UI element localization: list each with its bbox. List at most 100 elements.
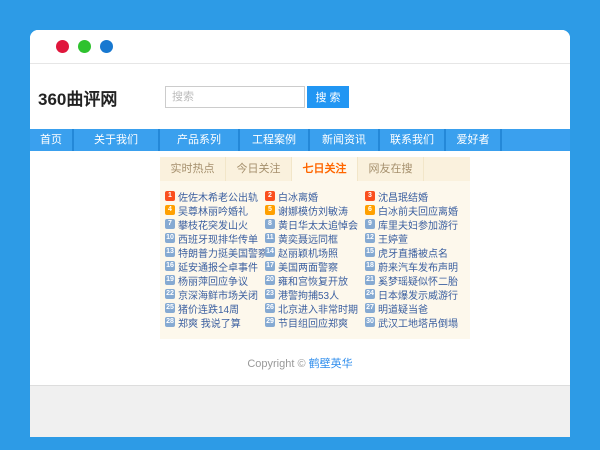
item-title: 港警拘捕53人 <box>278 287 339 301</box>
rank-badge: 5 <box>265 205 275 215</box>
item-title: 白冰离婚 <box>278 189 318 203</box>
list-item[interactable]: 26北京进入非常时期 <box>265 301 365 315</box>
rank-badge: 25 <box>165 303 175 313</box>
window-titlebar <box>30 30 570 64</box>
rank-badge: 27 <box>365 303 375 313</box>
rank-badge: 6 <box>365 205 375 215</box>
nav-filler <box>502 129 570 151</box>
list-item[interactable]: 21奚梦瑶疑似怀二胎 <box>365 273 465 287</box>
list-item[interactable]: 24日本爆发示威游行 <box>365 287 465 301</box>
nav-item-5[interactable]: 联系我们 <box>380 129 446 151</box>
browser-window: 360曲评网 搜 索 首页关于我们产品系列工程案例新闻资讯联系我们爱好者 实时热… <box>30 30 570 437</box>
item-title: 沈昌珉结婚 <box>378 189 428 203</box>
rank-badge: 13 <box>165 247 175 257</box>
maximize-dot-icon[interactable] <box>100 40 113 53</box>
rank-badge: 28 <box>165 317 175 327</box>
item-title: 奚梦瑶疑似怀二胎 <box>378 273 458 287</box>
page-content: 实时热点今日关注七日关注网友在搜 1佐佐木希老公出轨4吴尊林丽吟婚礼7攀枝花突发… <box>30 151 570 437</box>
list-item[interactable]: 13特朗普力挺美国警察 <box>165 245 265 259</box>
rank-badge: 20 <box>265 275 275 285</box>
item-title: 节目组回应郑爽 <box>278 315 348 329</box>
copyright-link[interactable]: 鹤壁英华 <box>309 358 353 370</box>
rank-badge: 8 <box>265 219 275 229</box>
list-item[interactable]: 2白冰离婚 <box>265 189 365 203</box>
item-title: 赵丽颖机场照 <box>278 245 338 259</box>
list-item[interactable]: 25猪价连跌14周 <box>165 301 265 315</box>
search-input[interactable] <box>165 86 305 108</box>
item-title: 猪价连跌14周 <box>178 301 239 315</box>
list-item[interactable]: 22京深海鲜市场关闭 <box>165 287 265 301</box>
item-title: 攀枝花突发山火 <box>178 217 248 231</box>
rank-badge: 18 <box>365 261 375 271</box>
rank-badge: 1 <box>165 191 175 201</box>
list-item[interactable]: 11黄奕聂远同框 <box>265 231 365 245</box>
rank-badge: 14 <box>265 247 275 257</box>
tabbar-filler <box>424 157 470 181</box>
list-item[interactable]: 20雍和宫恢复开放 <box>265 273 365 287</box>
nav-item-6[interactable]: 爱好者 <box>446 129 502 151</box>
site-header: 360曲评网 搜 索 <box>30 64 570 129</box>
rank-badge: 22 <box>165 289 175 299</box>
list-item[interactable]: 15虎牙直播被点名 <box>365 245 465 259</box>
rank-badge: 26 <box>265 303 275 313</box>
list-item[interactable]: 1佐佐木希老公出轨 <box>165 189 265 203</box>
rank-badge: 19 <box>165 275 175 285</box>
nav-item-0[interactable]: 首页 <box>30 129 74 151</box>
item-title: 日本爆发示威游行 <box>378 287 458 301</box>
list-item[interactable]: 29节目组回应郑爽 <box>265 315 365 329</box>
hot-tabs: 实时热点今日关注七日关注网友在搜 <box>160 157 470 181</box>
rank-badge: 2 <box>265 191 275 201</box>
rank-badge: 23 <box>265 289 275 299</box>
item-title: 延安通报仝卓事件 <box>178 259 258 273</box>
item-title: 郑爽 我说了算 <box>178 315 241 329</box>
tab-1[interactable]: 今日关注 <box>226 157 292 181</box>
close-dot-icon[interactable] <box>56 40 69 53</box>
list-item[interactable]: 10西班牙现排华传单 <box>165 231 265 245</box>
rank-badge: 10 <box>165 233 175 243</box>
rank-badge: 30 <box>365 317 375 327</box>
item-title: 杨丽萍回应争议 <box>178 273 248 287</box>
hot-list-column-2: 3沈昌珉结婚6白冰前夫回应离婚9库里夫妇参加游行12王婷萱15虎牙直播被点名18… <box>365 189 465 329</box>
rank-badge: 12 <box>365 233 375 243</box>
list-item[interactable]: 5谢娜模仿刘敏涛 <box>265 203 365 217</box>
nav-item-1[interactable]: 关于我们 <box>74 129 160 151</box>
search-button[interactable]: 搜 索 <box>307 86 349 108</box>
item-title: 蔚来汽车发布声明 <box>378 259 458 273</box>
list-item[interactable]: 30武汉工地塔吊倒塌 <box>365 315 465 329</box>
list-item[interactable]: 27明道疑当爸 <box>365 301 465 315</box>
item-title: 西班牙现排华传单 <box>178 231 258 245</box>
list-item[interactable]: 17美国两面警察 <box>265 259 365 273</box>
rank-badge: 29 <box>265 317 275 327</box>
item-title: 明道疑当爸 <box>378 301 428 315</box>
list-item[interactable]: 3沈昌珉结婚 <box>365 189 465 203</box>
list-item[interactable]: 28郑爽 我说了算 <box>165 315 265 329</box>
item-title: 京深海鲜市场关闭 <box>178 287 258 301</box>
list-item[interactable]: 7攀枝花突发山火 <box>165 217 265 231</box>
rank-badge: 3 <box>365 191 375 201</box>
hot-list-column-0: 1佐佐木希老公出轨4吴尊林丽吟婚礼7攀枝花突发山火10西班牙现排华传单13特朗普… <box>165 189 265 329</box>
minimize-dot-icon[interactable] <box>78 40 91 53</box>
list-item[interactable]: 9库里夫妇参加游行 <box>365 217 465 231</box>
item-title: 王婷萱 <box>378 231 408 245</box>
hot-search-panel: 实时热点今日关注七日关注网友在搜 1佐佐木希老公出轨4吴尊林丽吟婚礼7攀枝花突发… <box>160 157 470 339</box>
item-title: 吴尊林丽吟婚礼 <box>178 203 248 217</box>
list-item[interactable]: 4吴尊林丽吟婚礼 <box>165 203 265 217</box>
tab-3[interactable]: 网友在搜 <box>358 157 424 181</box>
list-item[interactable]: 19杨丽萍回应争议 <box>165 273 265 287</box>
nav-item-3[interactable]: 工程案例 <box>240 129 310 151</box>
nav-item-2[interactable]: 产品系列 <box>160 129 240 151</box>
list-item[interactable]: 12王婷萱 <box>365 231 465 245</box>
item-title: 库里夫妇参加游行 <box>378 217 458 231</box>
list-item[interactable]: 6白冰前夫回应离婚 <box>365 203 465 217</box>
list-item[interactable]: 8黄日华太太追悼会 <box>265 217 365 231</box>
list-item[interactable]: 18蔚来汽车发布声明 <box>365 259 465 273</box>
rank-badge: 21 <box>365 275 375 285</box>
list-item[interactable]: 14赵丽颖机场照 <box>265 245 365 259</box>
nav-item-4[interactable]: 新闻资讯 <box>310 129 380 151</box>
list-item[interactable]: 16延安通报仝卓事件 <box>165 259 265 273</box>
item-title: 白冰前夫回应离婚 <box>378 203 458 217</box>
tab-0[interactable]: 实时热点 <box>160 157 226 181</box>
rank-badge: 16 <box>165 261 175 271</box>
list-item[interactable]: 23港警拘捕53人 <box>265 287 365 301</box>
tab-2[interactable]: 七日关注 <box>292 157 358 181</box>
